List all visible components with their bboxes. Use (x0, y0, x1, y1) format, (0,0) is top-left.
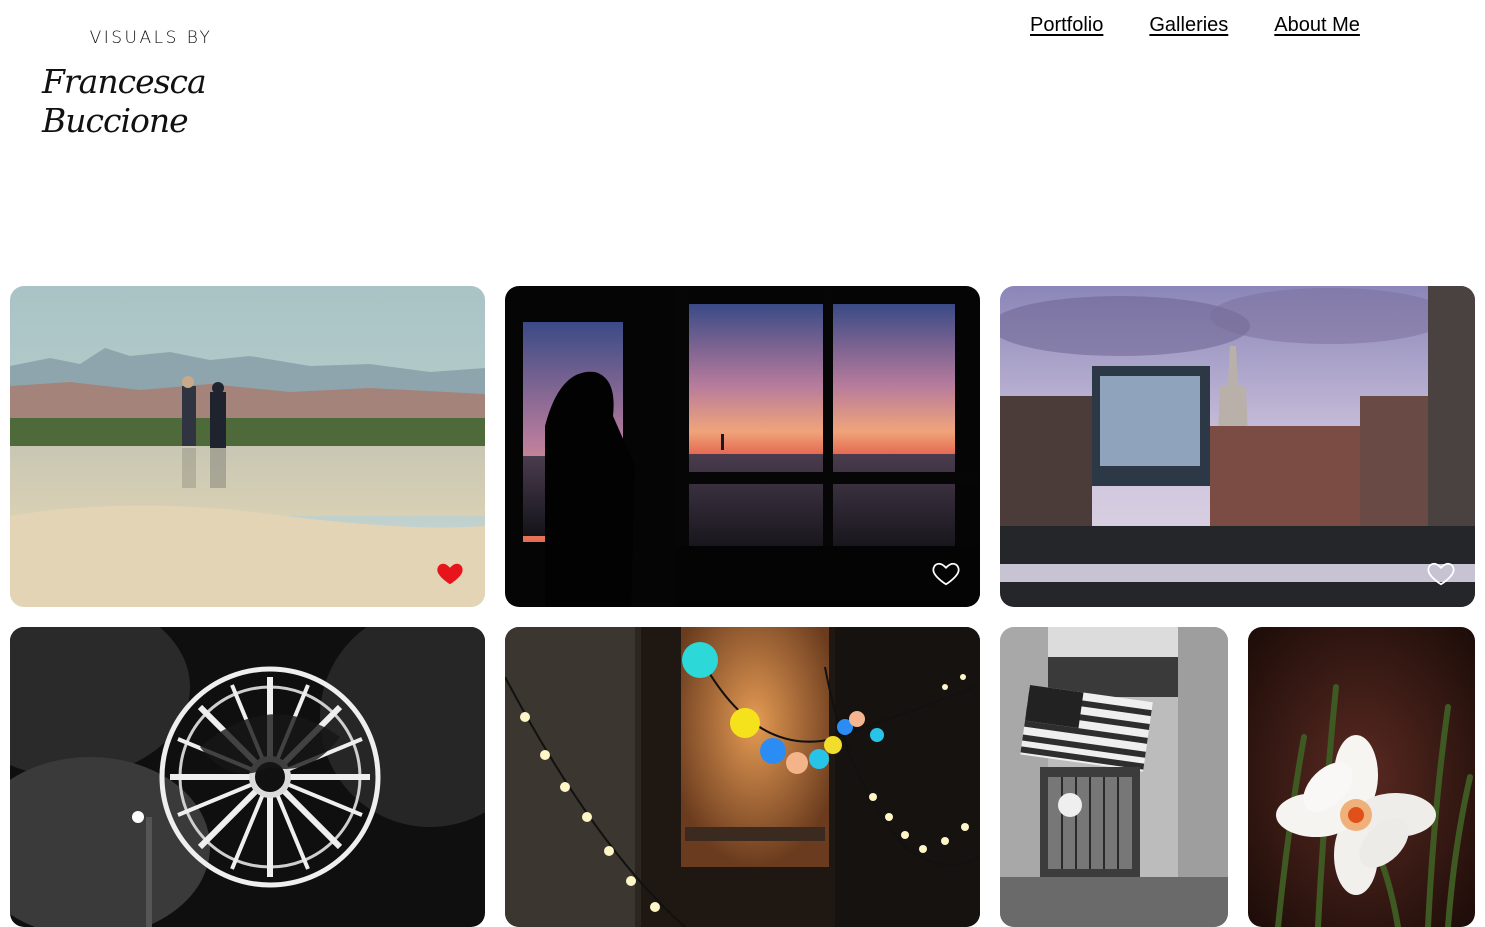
logo-signature: Francesca Buccione (42, 62, 207, 140)
heart-icon (1427, 562, 1455, 586)
nav-about-me[interactable]: About Me (1274, 14, 1360, 37)
heart-icon (437, 563, 463, 585)
photo-tile[interactable] (10, 286, 485, 607)
photo-ferris-wheel (10, 627, 485, 927)
photo-skyline (1000, 286, 1475, 607)
photo-flag-building (1000, 627, 1228, 927)
photo-string-lights (505, 627, 980, 927)
photo-tile[interactable] (1000, 286, 1475, 607)
favorite-button[interactable] (931, 558, 961, 588)
photo-window-sunset (505, 286, 980, 607)
favorite-button[interactable] (1426, 558, 1456, 588)
site-logo[interactable]: VISUALS BY Francesca Buccione (40, 28, 280, 140)
photo-beach (10, 286, 485, 607)
favorite-button[interactable] (435, 558, 465, 588)
photo-tile[interactable] (1000, 627, 1228, 927)
main-nav: Portfolio Galleries About Me (1030, 14, 1360, 37)
photo-daffodil (1248, 627, 1475, 927)
photo-tile[interactable] (10, 627, 485, 927)
photo-tile[interactable] (505, 627, 980, 927)
photo-tile[interactable] (1248, 627, 1475, 927)
logo-tagline: VISUALS BY (89, 28, 213, 48)
nav-portfolio[interactable]: Portfolio (1030, 14, 1103, 37)
heart-icon (932, 562, 960, 586)
photo-tile[interactable] (505, 286, 980, 607)
nav-galleries[interactable]: Galleries (1149, 14, 1228, 37)
